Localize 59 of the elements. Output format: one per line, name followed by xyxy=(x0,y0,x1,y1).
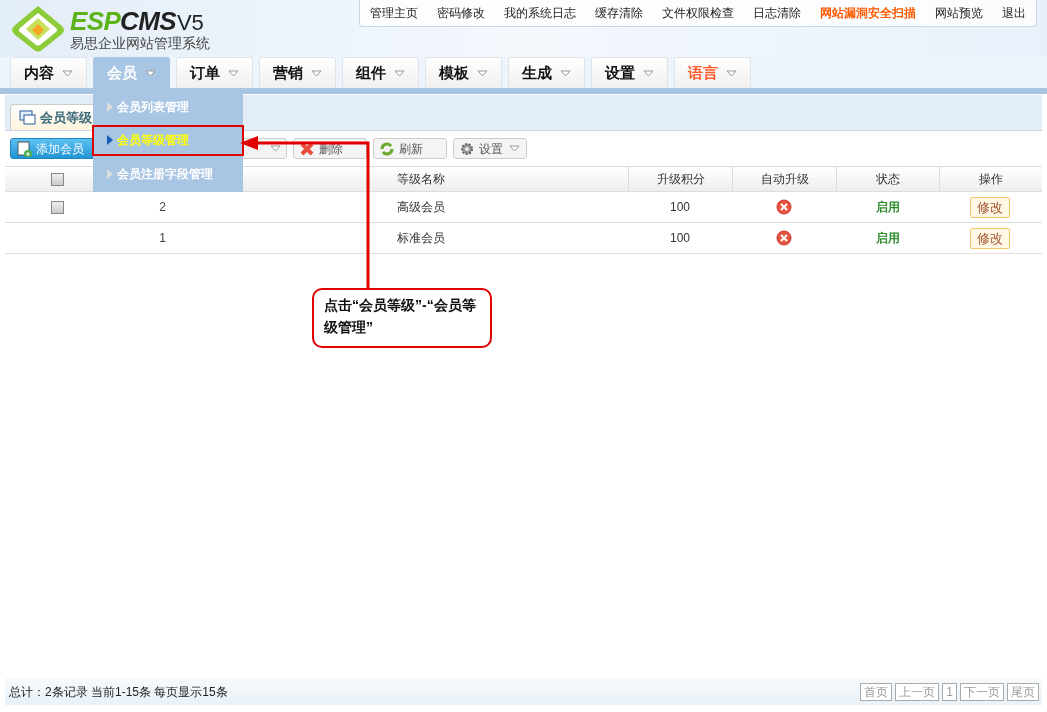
table-cell-text: 100 xyxy=(669,230,691,247)
triangle-icon xyxy=(107,135,113,146)
table-cell-text: 1 xyxy=(158,230,167,247)
checkbox[interactable] xyxy=(51,172,64,186)
status-text: 启用 xyxy=(874,230,901,247)
edit-button[interactable]: 修改 xyxy=(970,227,1010,249)
window-icon xyxy=(19,110,36,125)
toolbar-button[interactable]: 设置 xyxy=(453,138,527,159)
caret-icon xyxy=(394,69,405,77)
version-label: V5 xyxy=(176,12,204,34)
table-cell-text: 标准会员 xyxy=(396,230,446,247)
column-header: 升级积分 xyxy=(628,167,732,191)
top-link[interactable]: 我的系统日志 xyxy=(504,4,576,22)
top-link[interactable]: 密码修改 xyxy=(437,4,485,22)
callout-note: 点击“会员等级”-“会员等级管理” xyxy=(312,288,492,348)
nav-tab[interactable]: 模板 xyxy=(425,57,502,88)
table-cell-text: 2 xyxy=(158,199,167,216)
nav-tab[interactable]: 生成 xyxy=(508,57,585,88)
column-header: 状态 xyxy=(836,167,939,191)
logo-icon xyxy=(10,4,66,52)
gear-icon xyxy=(459,140,475,157)
caret-icon xyxy=(477,69,488,77)
top-link[interactable]: 网站预览 xyxy=(935,4,983,22)
logo-subtitle: 易思企业网站管理系统 xyxy=(70,36,210,50)
column-header: 自动升级 xyxy=(732,167,836,191)
caret-icon xyxy=(643,69,654,77)
caret-icon xyxy=(145,69,156,77)
nav-tab[interactable]: 营销 xyxy=(259,57,336,88)
top-link[interactable]: 退出 xyxy=(1002,4,1026,22)
nav-tab[interactable]: 订单 xyxy=(176,57,253,88)
top-link[interactable]: 日志清除 xyxy=(753,4,801,22)
status-text: 启用 xyxy=(874,199,901,216)
caret-icon xyxy=(228,69,239,77)
caret-icon xyxy=(270,145,281,152)
toolbar-button[interactable]: 刷新 xyxy=(373,138,447,159)
refresh-icon xyxy=(379,140,395,157)
edit-button[interactable]: 修改 xyxy=(970,196,1010,218)
caret-icon xyxy=(62,69,73,77)
nav-tab[interactable]: 内容 xyxy=(10,57,87,88)
top-link[interactable]: 管理主页 xyxy=(370,4,418,22)
nav-tab[interactable]: 设置 xyxy=(591,57,668,88)
record-summary: 总计：2条记录 当前1-15条 每页显示15条 xyxy=(9,683,228,701)
logo-text: CMS xyxy=(120,8,176,34)
triangle-icon xyxy=(107,102,113,113)
caret-icon xyxy=(509,145,520,152)
table-cell-text: 100 xyxy=(669,199,691,216)
top-link[interactable]: 文件权限检查 xyxy=(662,4,734,22)
document-add-icon xyxy=(16,140,32,157)
column-header: 等级名称 xyxy=(396,171,446,188)
caret-icon xyxy=(311,69,322,77)
caret-icon xyxy=(726,69,737,77)
nav-tab[interactable]: 组件 xyxy=(342,57,419,88)
table-cell-text: 高级会员 xyxy=(396,199,446,216)
column-header: 操作 xyxy=(939,167,1041,191)
top-link[interactable]: 缓存清除 xyxy=(595,4,643,22)
triangle-icon xyxy=(107,168,113,179)
logo-text: ESP xyxy=(70,8,121,34)
checkbox[interactable] xyxy=(51,200,64,214)
caret-icon xyxy=(560,69,571,77)
